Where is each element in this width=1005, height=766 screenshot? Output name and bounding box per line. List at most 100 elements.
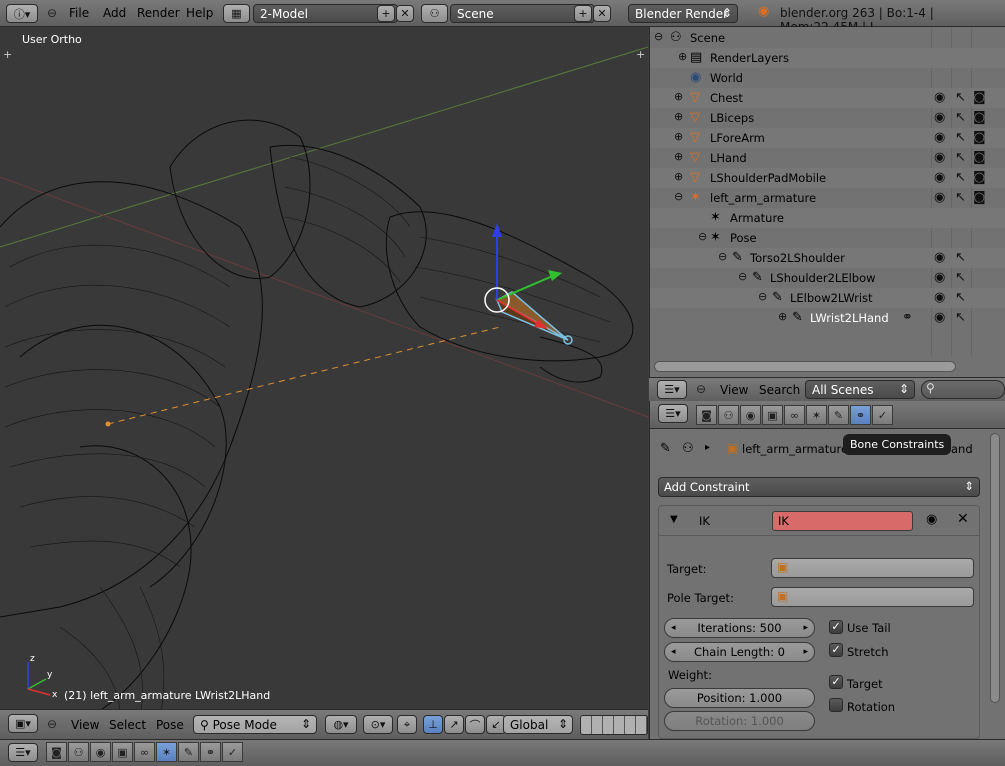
- rotate-manipulator-button[interactable]: ↗: [444, 715, 464, 734]
- translate-manipulator-button[interactable]: ⊥: [423, 715, 443, 734]
- eye-icon[interactable]: ◉: [934, 270, 945, 285]
- expand-icon[interactable]: ⊕: [678, 50, 687, 63]
- tab-constraints[interactable]: ∞: [134, 742, 155, 762]
- tab-texture[interactable]: ✓: [222, 742, 243, 762]
- render-camera-icon[interactable]: ◙: [973, 90, 986, 105]
- tab-bone[interactable]: ✎: [828, 405, 849, 425]
- outliner-row-scene[interactable]: ⊖ ⚇ Scene: [650, 28, 1005, 48]
- tab-world[interactable]: ◉: [740, 405, 761, 425]
- editor-type-button[interactable]: ☰▾: [657, 380, 687, 399]
- collapse-icon[interactable]: ⊖: [698, 230, 707, 243]
- eye-icon[interactable]: ◉: [934, 90, 945, 105]
- properties-editor[interactable]: ☰▾ ◙ ⚇ ◉ ▣ ∞ ✶ ✎ ⚭ ✓ ✎ ⚇ ▸ ▣ left_arm_ar…: [649, 401, 1005, 739]
- orientation-select[interactable]: Global ⇕: [503, 715, 573, 734]
- target-checkbox[interactable]: ✓: [829, 675, 843, 689]
- tab-bone[interactable]: ✎: [178, 742, 199, 762]
- outliner-row-renderlayers[interactable]: ⊕ ▤ RenderLayers: [650, 48, 1005, 68]
- tab-armature[interactable]: ✶: [806, 405, 827, 425]
- eye-icon[interactable]: ◉: [934, 150, 945, 165]
- delete-screen-button[interactable]: ✕: [396, 5, 414, 22]
- scene-select-button[interactable]: ⚇: [421, 4, 448, 23]
- cursor-icon[interactable]: ↖: [955, 130, 966, 145]
- constraint-name-field[interactable]: IK: [772, 511, 913, 531]
- tab-armature[interactable]: ✶: [156, 742, 177, 762]
- stretch-checkbox[interactable]: ✓: [829, 643, 843, 657]
- menu-file[interactable]: File: [69, 6, 89, 20]
- tab-world[interactable]: ◉: [90, 742, 111, 762]
- eye-icon[interactable]: ◉: [934, 170, 945, 185]
- viewport-shading-button[interactable]: ◍▾: [325, 715, 357, 734]
- outliner-row-lhand[interactable]: ⊕ ▽ LHand ◉ ↖ ◙: [650, 148, 1005, 168]
- render-engine-select[interactable]: Blender Render ⇕: [628, 4, 738, 23]
- add-scene-button[interactable]: +: [574, 5, 592, 22]
- pivot-point-button[interactable]: ⊙▾: [363, 715, 393, 734]
- screen-layout-button[interactable]: ▦: [223, 4, 250, 23]
- collapse-icon[interactable]: ⊖: [718, 250, 727, 263]
- region-plus-icon-right[interactable]: +: [636, 48, 645, 61]
- chevron-left-icon[interactable]: ◂: [671, 619, 676, 637]
- cursor-icon[interactable]: ↖: [955, 150, 966, 165]
- eye-icon[interactable]: ◉: [934, 130, 945, 145]
- cursor-icon[interactable]: ↖: [955, 90, 966, 105]
- render-camera-icon[interactable]: ◙: [973, 110, 986, 125]
- cursor-icon[interactable]: ↖: [955, 290, 966, 305]
- add-constraint-dropdown[interactable]: Add Constraint ⇕: [658, 477, 980, 497]
- collapse-icon[interactable]: ⊖: [654, 30, 663, 43]
- outliner-row-lbiceps[interactable]: ⊕ ▽ LBiceps ◉ ↖ ◙: [650, 108, 1005, 128]
- tab-bone-constraints[interactable]: ⚭: [850, 405, 871, 425]
- outliner-row-armature-data[interactable]: ✶ Armature: [650, 208, 1005, 228]
- render-camera-icon[interactable]: ◙: [973, 190, 986, 205]
- outliner-row-lforearm[interactable]: ⊕ ▽ LForeArm ◉ ↖ ◙: [650, 128, 1005, 148]
- chevron-right-icon[interactable]: ▸: [803, 619, 808, 637]
- manipulator-toggle[interactable]: ⌖: [397, 715, 417, 734]
- delete-scene-button[interactable]: ✕: [593, 5, 611, 22]
- menu-view[interactable]: View: [71, 718, 99, 732]
- add-screen-button[interactable]: +: [377, 5, 395, 22]
- scale-manipulator-button[interactable]: ⌒: [465, 715, 485, 734]
- collapse-icon[interactable]: ⊖: [738, 270, 747, 283]
- eye-icon[interactable]: ◉: [926, 512, 937, 527]
- rotation-checkbox[interactable]: [829, 698, 843, 712]
- chevron-left-icon[interactable]: ◂: [671, 643, 676, 661]
- editor-type-button[interactable]: ☰▾: [8, 743, 38, 762]
- iterations-field[interactable]: ◂ Iterations: 500 ▸: [664, 618, 815, 638]
- target-field[interactable]: ▣: [771, 558, 974, 578]
- outliner-row-torso2lshoulder[interactable]: ⊖ ✎ Torso2LShoulder ◉ ↖: [650, 248, 1005, 268]
- collapse-icon[interactable]: ⊖: [758, 290, 767, 303]
- expand-icon[interactable]: ⊕: [778, 310, 787, 323]
- menu-add[interactable]: Add: [103, 6, 126, 20]
- editor-type-button[interactable]: ⓘ▾: [6, 4, 38, 23]
- chevron-right-icon[interactable]: ▸: [803, 643, 808, 661]
- tab-render[interactable]: ◙: [696, 405, 717, 425]
- editor-type-button[interactable]: ▣▾: [8, 714, 38, 733]
- cursor-icon[interactable]: ↖: [955, 170, 966, 185]
- display-mode-select[interactable]: All Scenes ⇕: [805, 380, 915, 399]
- render-camera-icon[interactable]: ◙: [973, 170, 986, 185]
- tab-object[interactable]: ▣: [762, 405, 783, 425]
- eye-icon[interactable]: ◉: [934, 290, 945, 305]
- tab-renderlayers[interactable]: ⚇: [718, 405, 739, 425]
- chevron-down-icon[interactable]: ▼: [670, 514, 678, 525]
- use-tail-checkbox[interactable]: ✓: [829, 620, 843, 634]
- expand-icon[interactable]: ⊕: [674, 170, 683, 183]
- expand-icon[interactable]: ⊕: [674, 150, 683, 163]
- outliner-horizontal-scrollbar[interactable]: [654, 361, 956, 372]
- tab-render[interactable]: ◙: [46, 742, 67, 762]
- outliner[interactable]: ⊖ ⚇ Scene ⊕ ▤ RenderLayers ◉ World ⊕ ▽ C…: [649, 27, 1005, 377]
- cursor-icon[interactable]: ↖: [955, 270, 966, 285]
- cursor-icon[interactable]: ↖: [955, 250, 966, 265]
- region-plus-icon-left[interactable]: +: [3, 48, 12, 61]
- tab-renderlayers[interactable]: ⚇: [68, 742, 89, 762]
- outliner-row-pose[interactable]: ⊖ ✶ Pose: [650, 228, 1005, 248]
- outliner-row-lelbow2lwrist[interactable]: ⊖ ✎ LElbow2LWrist ◉ ↖: [650, 288, 1005, 308]
- cursor-icon[interactable]: ↖: [955, 190, 966, 205]
- outliner-row-world[interactable]: ◉ World: [650, 68, 1005, 88]
- expand-icon[interactable]: ⊕: [674, 130, 683, 143]
- pole-target-field[interactable]: ▣: [771, 587, 974, 607]
- tab-texture[interactable]: ✓: [872, 405, 893, 425]
- collapse-menu-icon[interactable]: ⊖: [696, 382, 706, 396]
- outliner-row-left-arm-armature[interactable]: ⊖ ✶ left_arm_armature ◉ ↖ ◙: [650, 188, 1005, 208]
- expand-icon[interactable]: ⊕: [674, 90, 683, 103]
- tab-object[interactable]: ▣: [112, 742, 133, 762]
- outliner-row-chest[interactable]: ⊕ ▽ Chest ◉ ↖ ◙: [650, 88, 1005, 108]
